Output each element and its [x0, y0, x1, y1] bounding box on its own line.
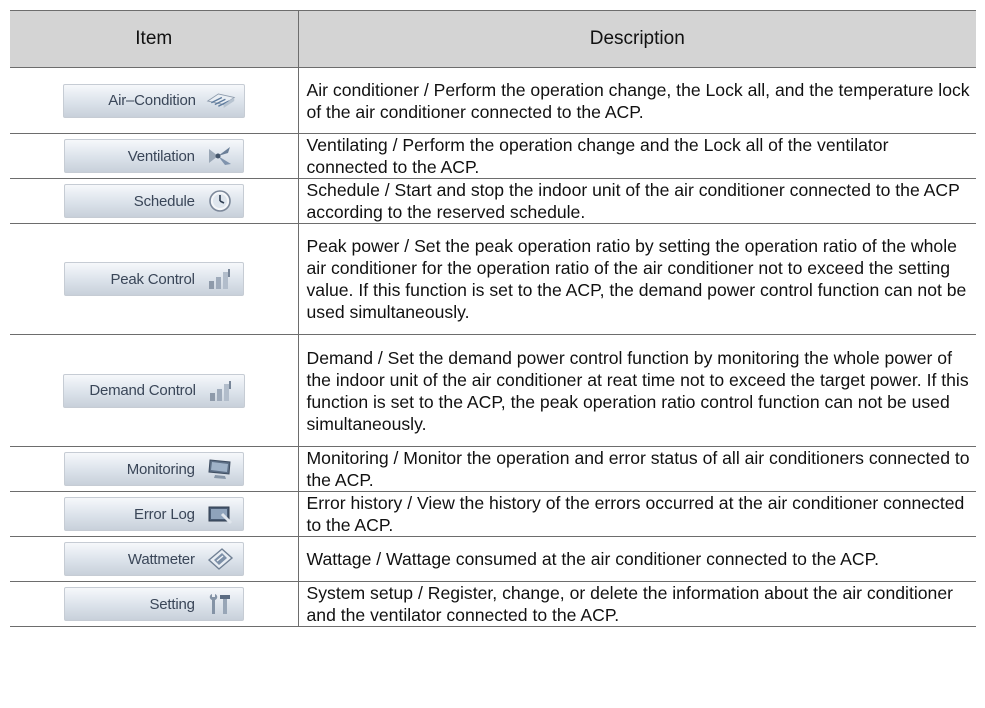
button-label: Air–Condition	[108, 92, 196, 109]
tools-icon	[205, 592, 235, 616]
item-cell: Schedule	[10, 178, 299, 224]
table-row: Schedule Schedule / Start and stop the i…	[10, 178, 976, 224]
table-row: Wattmeter Wattage / Wattage consumed at …	[10, 536, 976, 582]
peak-control-button[interactable]: Peak Control	[63, 262, 244, 296]
column-header-item: Item	[10, 10, 299, 68]
item-cell: Wattmeter	[10, 536, 299, 582]
air-condition-button[interactable]: Air–Condition	[62, 83, 245, 118]
item-cell: Air–Condition	[10, 67, 299, 134]
monitoring-button[interactable]: Monitoring	[63, 452, 244, 486]
ventilation-fan-icon	[205, 144, 235, 168]
error-log-icon	[205, 502, 235, 526]
description-cell: Error history / View the history of the …	[298, 491, 976, 537]
wattmeter-button[interactable]: Wattmeter	[63, 542, 244, 576]
wattmeter-icon	[205, 547, 235, 571]
table-header-row: Item Description	[10, 10, 976, 68]
item-cell: Monitoring	[10, 446, 299, 492]
table-row: Ventilation Ventilating / Perform the op…	[10, 133, 976, 179]
item-cell: Setting	[10, 581, 299, 627]
table-row: Monitoring Monitoring / Monitor the oper…	[10, 446, 976, 492]
signal-bars-icon	[206, 379, 236, 403]
description-cell: Demand / Set the demand power control fu…	[298, 334, 976, 447]
setting-button[interactable]: Setting	[63, 587, 244, 621]
description-cell: Monitoring / Monitor the operation and e…	[298, 446, 976, 492]
function-table: Item Description Air–Condition Air condi…	[10, 10, 976, 627]
button-label: Schedule	[133, 192, 195, 210]
error-log-button[interactable]: Error Log	[63, 497, 244, 531]
description-cell: System setup / Register, change, or dele…	[298, 581, 976, 627]
item-cell: Ventilation	[10, 133, 299, 179]
schedule-button[interactable]: Schedule	[63, 184, 244, 218]
button-label: Monitoring	[126, 460, 195, 478]
monitor-icon	[205, 457, 235, 481]
ventilation-button[interactable]: Ventilation	[63, 139, 244, 173]
button-label: Peak Control	[110, 270, 195, 288]
air-conditioner-icon	[206, 89, 236, 113]
button-label: Wattmeter	[127, 550, 195, 568]
table-row: Air–Condition Air conditioner / Perform …	[10, 67, 976, 134]
item-cell: Peak Control	[10, 223, 299, 335]
description-cell: Air conditioner / Perform the operation …	[298, 67, 976, 134]
item-cell: Error Log	[10, 491, 299, 537]
column-header-description: Description	[298, 10, 976, 68]
description-cell: Wattage / Wattage consumed at the air co…	[298, 536, 976, 582]
clock-icon	[205, 189, 235, 213]
button-label: Error Log	[134, 505, 195, 523]
button-label: Setting	[149, 595, 195, 613]
description-cell: Peak power / Set the peak operation rati…	[298, 223, 976, 335]
table-row: Demand Control Demand / Set the demand p…	[10, 334, 976, 447]
description-cell: Ventilating / Perform the operation chan…	[298, 133, 976, 179]
table-row: Peak Control Peak power / Set the peak o…	[10, 223, 976, 335]
signal-bars-icon	[205, 267, 235, 291]
button-label: Demand Control	[89, 382, 196, 399]
table-row: Setting System setup / Register, change,…	[10, 581, 976, 627]
item-cell: Demand Control	[10, 334, 299, 447]
demand-control-button[interactable]: Demand Control	[62, 373, 245, 408]
description-cell: Schedule / Start and stop the indoor uni…	[298, 178, 976, 224]
table-row: Error Log Error history / View the histo…	[10, 491, 976, 537]
button-label: Ventilation	[127, 147, 195, 165]
